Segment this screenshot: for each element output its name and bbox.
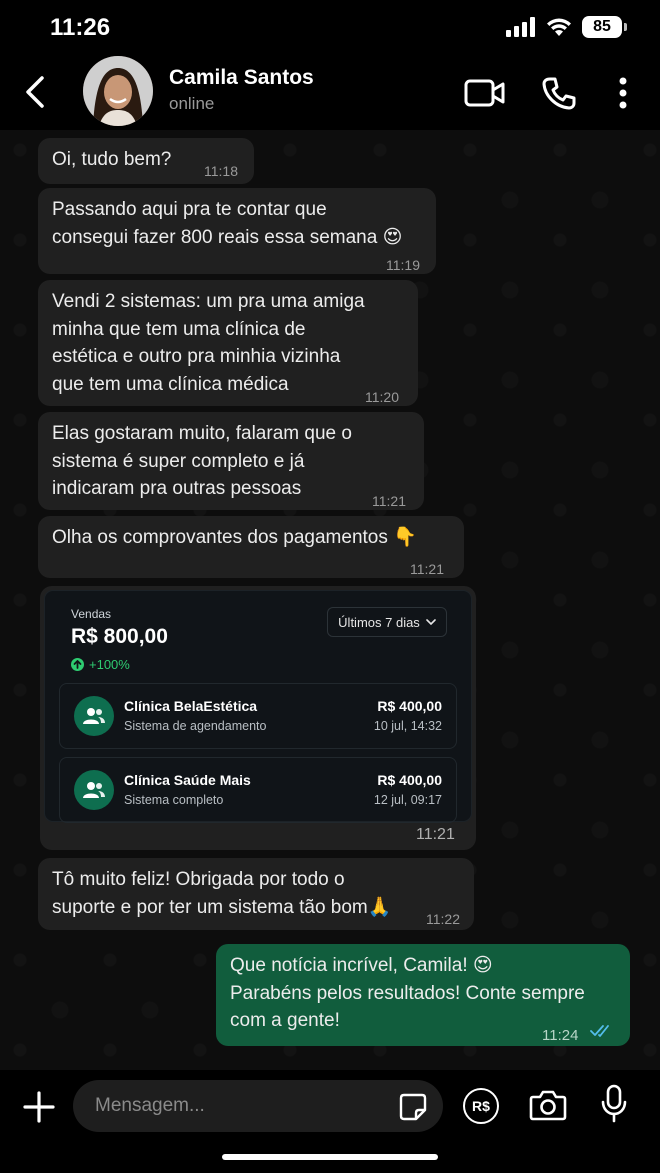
message-time: 11:22 <box>426 911 460 927</box>
sticker-icon[interactable] <box>398 1092 428 1122</box>
sale-value: R$ 400,00 <box>377 698 442 714</box>
payment-receipt-message[interactable]: Vendas R$ 800,00 +100% Últimos 7 dias Cl… <box>40 586 476 850</box>
read-receipt-icon <box>590 1025 609 1037</box>
message-text: Elas gostaram muito, falaram que o <box>52 423 352 444</box>
message-text: sistema é super completo e já <box>52 450 305 472</box>
message-text: que tem uma clínica médica <box>52 373 289 395</box>
battery-indicator: 85 <box>582 16 627 38</box>
message-text: consegui fazer 800 reais essa semana 😍 <box>52 226 403 248</box>
sales-dashboard-image[interactable]: Vendas R$ 800,00 +100% Últimos 7 dias Cl… <box>44 590 472 823</box>
message-text: minha que tem uma clínica de <box>52 318 306 340</box>
message-time: 11:21 <box>416 826 455 843</box>
period-value: Últimos 7 dias <box>338 614 420 630</box>
sales-total: R$ 800,00 <box>71 625 168 648</box>
microphone-icon[interactable] <box>600 1084 628 1124</box>
home-indicator[interactable] <box>222 1154 438 1160</box>
camera-icon[interactable] <box>529 1088 567 1122</box>
sales-growth: +100% <box>71 657 130 672</box>
message-incoming[interactable]: Olha os comprovantes dos pagamentos 👇 11… <box>38 516 464 578</box>
sale-client-name: Clínica BelaEstética <box>124 698 258 714</box>
wifi-icon <box>547 18 571 36</box>
message-text: Passando aqui pra te contar que <box>52 199 327 220</box>
video-call-icon[interactable] <box>464 78 506 108</box>
message-time: 11:21 <box>410 561 444 577</box>
attach-plus-icon[interactable] <box>22 1090 56 1124</box>
message-incoming[interactable]: Oi, tudo bem? 11:18 <box>38 138 254 184</box>
period-dropdown[interactable]: Últimos 7 dias <box>327 607 447 637</box>
message-text: Tô muito feliz! Obrigada por todo o <box>52 869 345 890</box>
message-text: Parabéns pelos resultados! Conte sempre <box>230 982 585 1004</box>
message-input[interactable] <box>73 1080 443 1132</box>
status-time: 11:26 <box>50 14 111 41</box>
arrow-up-circle-icon <box>71 658 84 671</box>
message-text: Que notícia incrível, Camila! 😍 <box>230 955 493 976</box>
sale-client-name: Clínica Saúde Mais <box>124 772 251 788</box>
message-incoming[interactable]: Tô muito feliz! Obrigada por todo o supo… <box>38 858 474 930</box>
sale-description: Sistema de agendamento <box>124 719 267 733</box>
sale-row[interactable]: Clínica BelaEstética Sistema de agendame… <box>59 683 457 749</box>
message-text: suporte e por ter um sistema tão bom🙏 <box>52 896 392 918</box>
chat-header: Camila Santos online <box>0 56 660 130</box>
more-options-icon[interactable] <box>616 76 630 110</box>
status-bar: 11:26 85 <box>0 0 660 56</box>
back-arrow-icon[interactable] <box>22 72 52 112</box>
contact-status: online <box>169 94 215 113</box>
avatar-photo <box>83 56 153 126</box>
sale-row[interactable]: Clínica Saúde Mais Sistema completo R$ 4… <box>59 757 457 823</box>
sale-date: 12 jul, 09:17 <box>373 793 442 807</box>
message-incoming[interactable]: Elas gostaram muito, falaram que o siste… <box>38 412 424 510</box>
message-text: Vendi 2 sistemas: um pra uma amiga <box>52 291 365 312</box>
payment-button[interactable]: R$ <box>463 1088 499 1124</box>
chevron-down-icon <box>426 619 436 625</box>
phone-call-icon[interactable] <box>542 76 576 110</box>
status-icons: 85 <box>506 16 627 38</box>
message-incoming[interactable]: Vendi 2 sistemas: um pra uma amiga minha… <box>38 280 418 406</box>
sale-value: R$ 400,00 <box>377 772 442 788</box>
sale-date: 10 jul, 14:32 <box>373 719 442 733</box>
growth-value: +100% <box>89 657 130 672</box>
message-outgoing[interactable]: Que notícia incrível, Camila! 😍 Parabéns… <box>216 944 630 1046</box>
message-time: 11:24 <box>542 1027 579 1044</box>
message-text: Olha os comprovantes dos pagamentos 👇 <box>52 527 417 548</box>
message-time: 11:19 <box>386 257 420 273</box>
message-time: 11:21 <box>372 493 406 509</box>
payment-icon-label: R$ <box>472 1098 490 1114</box>
users-icon <box>74 770 114 810</box>
cellular-signal-icon <box>506 17 535 37</box>
contact-avatar[interactable] <box>83 56 153 126</box>
message-incoming[interactable]: Passando aqui pra te contar que consegui… <box>38 188 436 274</box>
sale-description: Sistema completo <box>124 793 224 807</box>
chat-area[interactable]: Oi, tudo bem? 11:18 Passando aqui pra te… <box>0 130 660 1070</box>
message-text: indicaram pra outras pessoas <box>52 478 302 499</box>
sales-label: Vendas <box>71 607 112 621</box>
message-time: 11:20 <box>365 389 399 405</box>
message-text: estética e outro pra minhia vizinha <box>52 346 341 367</box>
contact-name[interactable]: Camila Santos <box>169 66 314 90</box>
message-time: 11:18 <box>204 163 238 179</box>
users-icon <box>74 696 114 736</box>
